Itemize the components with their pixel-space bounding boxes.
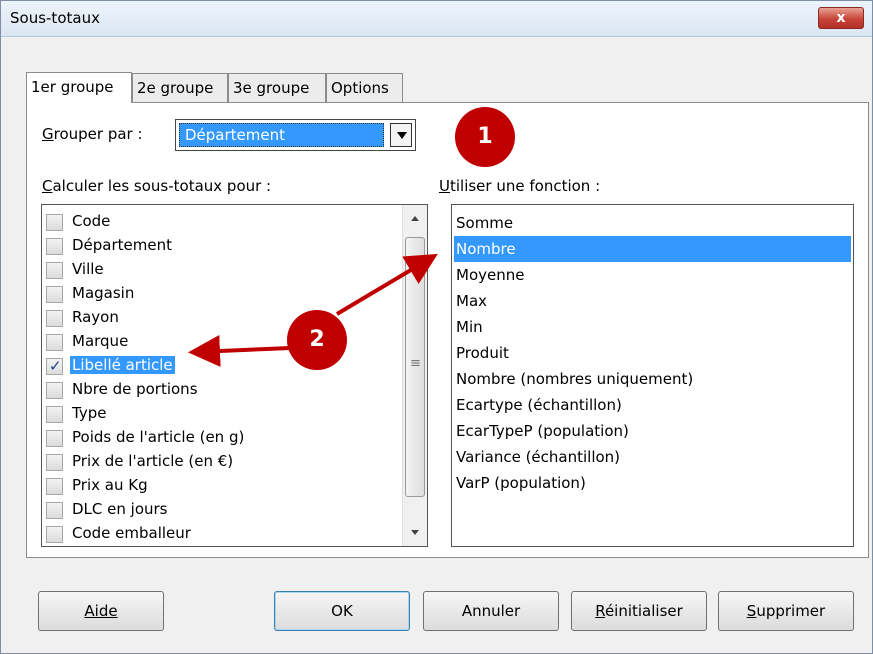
annotation-marker-2: 2 <box>287 310 347 370</box>
annotation-marker-1: 1 <box>455 107 515 167</box>
arrow-to-nombre <box>335 253 438 316</box>
arrow-to-libelle <box>188 334 291 367</box>
annotation-arrows <box>188 253 438 367</box>
